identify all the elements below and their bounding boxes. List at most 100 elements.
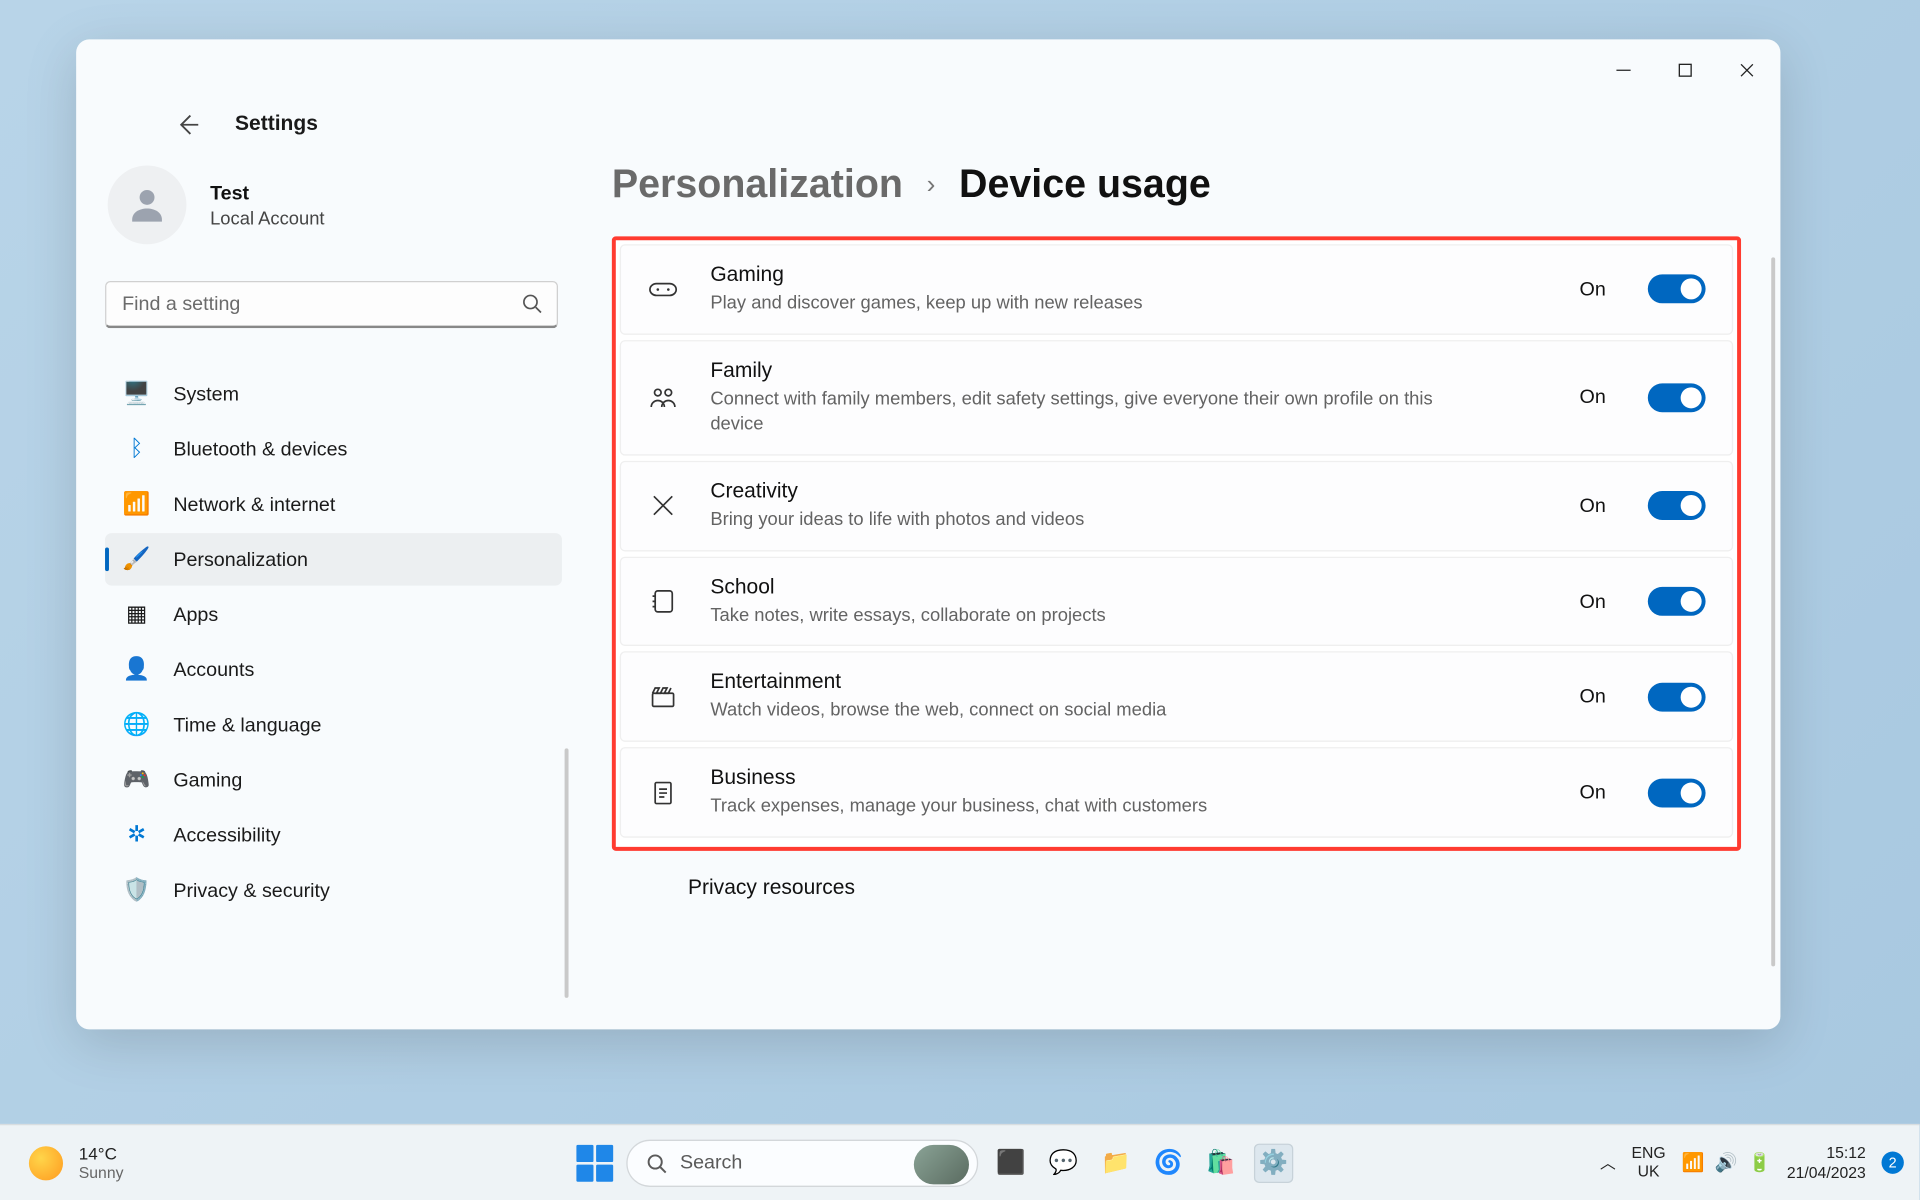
store-icon[interactable]: 🛍️ bbox=[1201, 1143, 1240, 1182]
close-button[interactable] bbox=[1716, 49, 1778, 91]
nav-bluetooth[interactable]: ᛒBluetooth & devices bbox=[105, 423, 562, 476]
family-icon bbox=[645, 386, 682, 410]
chevron-right-icon: › bbox=[927, 170, 936, 200]
setting-creativity[interactable]: CreativityBring your ideas to life with … bbox=[620, 460, 1733, 550]
setting-school[interactable]: SchoolTake notes, write essays, collabor… bbox=[620, 556, 1733, 646]
toggle-status: On bbox=[1580, 386, 1606, 408]
avatar bbox=[108, 165, 187, 244]
row-subtitle: Take notes, write essays, collaborate on… bbox=[710, 602, 1445, 627]
minimize-button[interactable] bbox=[1593, 49, 1655, 91]
search-highlight-image bbox=[914, 1144, 969, 1183]
row-subtitle: Watch videos, browse the web, connect on… bbox=[710, 698, 1445, 723]
nav-network[interactable]: 📶Network & internet bbox=[105, 478, 562, 531]
globe-icon: 🌐 bbox=[123, 712, 149, 738]
sun-icon bbox=[29, 1146, 63, 1180]
setting-entertainment[interactable]: EntertainmentWatch videos, browse the we… bbox=[620, 652, 1733, 742]
toggle-status: On bbox=[1580, 494, 1606, 516]
row-subtitle: Bring your ideas to life with photos and… bbox=[710, 506, 1445, 531]
system-tray[interactable]: 📶 🔊 🔋 bbox=[1681, 1152, 1771, 1174]
nav-system[interactable]: 🖥️ System bbox=[105, 368, 562, 421]
shield-icon: 🛡️ bbox=[123, 877, 149, 903]
row-subtitle: Track expenses, manage your business, ch… bbox=[710, 794, 1445, 819]
battery-tray-icon: 🔋 bbox=[1748, 1152, 1771, 1174]
toggle-family[interactable] bbox=[1648, 383, 1706, 412]
wifi-icon: 📶 bbox=[123, 491, 149, 517]
row-title: School bbox=[710, 576, 1550, 600]
nav-time-language[interactable]: 🌐 Time & language bbox=[105, 699, 562, 752]
nav-label: Privacy & security bbox=[173, 879, 330, 901]
profile-subtitle: Local Account bbox=[210, 207, 324, 228]
main-panel: Personalization › Device usage GamingPla… bbox=[588, 158, 1780, 1030]
taskbar-search[interactable]: Search bbox=[626, 1139, 978, 1186]
nav-label: Gaming bbox=[173, 769, 242, 791]
settings-icon[interactable]: ⚙️ bbox=[1254, 1143, 1293, 1182]
notification-badge[interactable]: 2 bbox=[1882, 1152, 1904, 1174]
nav-label: Accessibility bbox=[173, 824, 280, 846]
row-subtitle: Play and discover games, keep up with ne… bbox=[710, 290, 1445, 315]
paintbrush-icon: 🖌️ bbox=[123, 546, 149, 572]
taskbar: 14°CSunny Search ⬛ 💬 📁 🌀 🛍️ ⚙️ ︿ ENGUK 📶… bbox=[0, 1124, 1920, 1200]
nav-label: Bluetooth & devices bbox=[173, 438, 347, 460]
clapperboard-icon bbox=[645, 685, 682, 709]
nav-label: Apps bbox=[173, 603, 218, 625]
system-icon: 🖥️ bbox=[123, 381, 149, 407]
setting-gaming[interactable]: GamingPlay and discover games, keep up w… bbox=[620, 244, 1733, 334]
weather-temp: 14°C bbox=[79, 1144, 124, 1164]
nav-privacy[interactable]: 🛡️ Privacy & security bbox=[105, 864, 562, 917]
gamepad-icon bbox=[645, 279, 682, 300]
settings-window: Settings Test Local Account 🖥️System bbox=[76, 39, 1780, 1029]
creativity-icon bbox=[645, 493, 682, 519]
nav-gaming[interactable]: 🎮 Gaming bbox=[105, 754, 562, 807]
start-button[interactable] bbox=[576, 1144, 613, 1181]
weather-widget[interactable]: 14°CSunny bbox=[29, 1144, 423, 1182]
titlebar bbox=[76, 39, 1780, 99]
clock[interactable]: 15:1221/04/2023 bbox=[1787, 1143, 1866, 1182]
toggle-business[interactable] bbox=[1648, 778, 1706, 807]
profile-block[interactable]: Test Local Account bbox=[108, 165, 562, 244]
sidebar-scrollbar[interactable] bbox=[565, 748, 569, 997]
search-icon bbox=[521, 293, 542, 314]
toggle-status: On bbox=[1580, 278, 1606, 300]
volume-tray-icon: 🔊 bbox=[1715, 1152, 1738, 1174]
search-placeholder: Search bbox=[680, 1152, 742, 1174]
nav-accessibility[interactable]: ✲Accessibility bbox=[105, 809, 562, 862]
nav-list: 🖥️ System ᛒBluetooth & devices 📶Network &… bbox=[105, 368, 562, 917]
row-title: Creativity bbox=[710, 480, 1550, 504]
document-icon bbox=[645, 780, 682, 806]
toggle-school[interactable] bbox=[1648, 587, 1706, 616]
nav-personalization[interactable]: 🖌️Personalization bbox=[105, 533, 562, 586]
content-scrollbar[interactable] bbox=[1771, 257, 1775, 966]
toggle-entertainment[interactable] bbox=[1648, 683, 1706, 712]
toggle-gaming[interactable] bbox=[1648, 275, 1706, 304]
nav-label: Time & language bbox=[173, 714, 321, 736]
toggle-status: On bbox=[1580, 782, 1606, 804]
nav-accounts[interactable]: 👤Accounts bbox=[105, 643, 562, 696]
annotation-highlight: GamingPlay and discover games, keep up w… bbox=[612, 236, 1741, 851]
breadcrumb-parent[interactable]: Personalization bbox=[612, 163, 903, 208]
nav-apps[interactable]: ▦ Apps bbox=[105, 588, 562, 641]
profile-name: Test bbox=[210, 182, 324, 204]
back-button[interactable] bbox=[175, 112, 201, 138]
chat-icon[interactable]: 💬 bbox=[1044, 1143, 1083, 1182]
nav-label: System bbox=[173, 383, 239, 405]
privacy-resources-row[interactable]: Privacy resources bbox=[612, 851, 1741, 901]
sidebar: Test Local Account 🖥️ System ᛒBluetooth &… bbox=[76, 158, 588, 1030]
weather-cond: Sunny bbox=[79, 1163, 124, 1181]
search-input[interactable] bbox=[105, 281, 558, 328]
apps-icon: ▦ bbox=[123, 601, 149, 627]
toggle-status: On bbox=[1580, 590, 1606, 612]
language-indicator[interactable]: ENGUK bbox=[1632, 1145, 1666, 1181]
file-explorer-icon[interactable]: 📁 bbox=[1096, 1143, 1135, 1182]
toggle-creativity[interactable] bbox=[1648, 491, 1706, 520]
task-view-icon[interactable]: ⬛ bbox=[991, 1143, 1030, 1182]
maximize-button[interactable] bbox=[1654, 49, 1716, 91]
row-title: Gaming bbox=[710, 264, 1550, 288]
gamepad-icon: 🎮 bbox=[123, 767, 149, 793]
tray-overflow[interactable]: ︿ bbox=[1600, 1152, 1616, 1174]
setting-business[interactable]: Business Track expenses, manage your busi… bbox=[620, 748, 1733, 838]
wifi-tray-icon: 📶 bbox=[1681, 1152, 1704, 1174]
setting-family[interactable]: FamilyConnect with family members, edit … bbox=[620, 340, 1733, 455]
edge-icon[interactable]: 🌀 bbox=[1149, 1143, 1188, 1182]
row-subtitle: Connect with family members, edit safety… bbox=[710, 386, 1445, 436]
row-title: Business bbox=[710, 767, 1550, 791]
